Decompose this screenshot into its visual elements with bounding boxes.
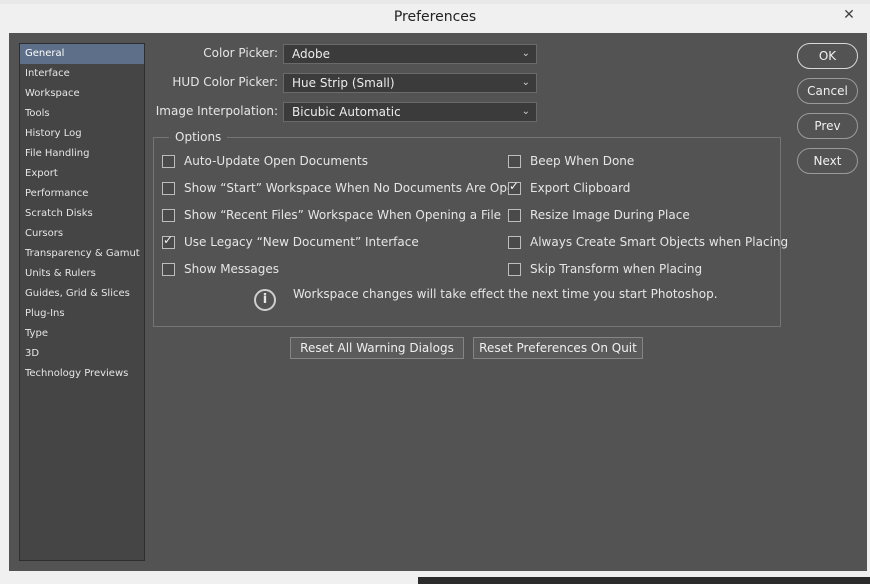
options-group-title: Options: [169, 130, 228, 144]
option-always-create-smart-objects[interactable]: Always Create Smart Objects when Placing: [508, 233, 788, 251]
image-interpolation-value: Bicubic Automatic: [292, 105, 401, 119]
option-label: Auto-Update Open Documents: [184, 154, 368, 168]
sidebar-item-type[interactable]: Type: [20, 324, 144, 344]
option-beep-when-done[interactable]: Beep When Done: [508, 152, 634, 170]
image-interpolation-select[interactable]: Bicubic Automatic ⌄: [283, 102, 537, 122]
checkbox[interactable]: [508, 235, 521, 249]
sidebar-item-transparency-gamut[interactable]: Transparency & Gamut: [20, 244, 144, 264]
sidebar: General Interface Workspace Tools Histor…: [19, 43, 145, 561]
background-strip: [418, 577, 870, 584]
sidebar-item-units-rulers[interactable]: Units & Rulers: [20, 264, 144, 284]
option-auto-update-open-documents[interactable]: Auto-Update Open Documents: [162, 152, 368, 170]
option-label: Show “Recent Files” Workspace When Openi…: [184, 208, 502, 222]
option-show-recent-files-workspace[interactable]: Show “Recent Files” Workspace When Openi…: [162, 206, 501, 224]
chevron-down-icon: ⌄: [521, 48, 530, 59]
chevron-down-icon: ⌄: [521, 77, 530, 88]
option-label: Skip Transform when Placing: [530, 262, 703, 276]
sidebar-item-history-log[interactable]: History Log: [20, 124, 144, 144]
hud-color-picker-value: Hue Strip (Small): [292, 76, 395, 90]
color-picker-select[interactable]: Adobe ⌄: [283, 44, 537, 64]
hud-color-picker-label: HUD Color Picker:: [172, 75, 278, 89]
checkbox-checked[interactable]: [162, 233, 175, 249]
option-show-messages[interactable]: Show Messages: [162, 260, 279, 278]
bottom-strip: [0, 571, 870, 584]
sidebar-item-plug-ins[interactable]: Plug-Ins: [20, 304, 144, 324]
hud-color-picker-select[interactable]: Hue Strip (Small) ⌄: [283, 73, 537, 93]
color-picker-label: Color Picker:: [203, 46, 278, 60]
image-interpolation-label: Image Interpolation:: [155, 104, 278, 118]
option-label: Use Legacy “New Document” Interface: [184, 235, 419, 249]
sidebar-item-performance[interactable]: Performance: [20, 184, 144, 204]
close-icon[interactable]: ✕: [838, 6, 860, 24]
title-bar: Preferences ✕: [0, 4, 870, 32]
sidebar-item-guides-grid-slices[interactable]: Guides, Grid & Slices: [20, 284, 144, 304]
checkbox[interactable]: [508, 154, 521, 168]
option-export-clipboard[interactable]: Export Clipboard: [508, 179, 630, 197]
color-picker-value: Adobe: [292, 47, 330, 61]
option-label: Resize Image During Place: [530, 208, 690, 222]
option-label: Show Messages: [184, 262, 280, 276]
prev-button[interactable]: Prev: [797, 113, 858, 139]
cancel-button[interactable]: Cancel: [797, 78, 858, 104]
option-label: Always Create Smart Objects when Placing: [530, 235, 789, 249]
info-message: Workspace changes will take effect the n…: [293, 287, 718, 301]
checkbox-checked[interactable]: [508, 179, 521, 195]
preferences-dialog: General Interface Workspace Tools Histor…: [9, 33, 867, 571]
option-show-start-workspace[interactable]: Show “Start” Workspace When No Documents…: [162, 179, 522, 197]
checkbox[interactable]: [508, 208, 521, 222]
option-use-legacy-new-document[interactable]: Use Legacy “New Document” Interface: [162, 233, 419, 251]
option-resize-image-during-place[interactable]: Resize Image During Place: [508, 206, 690, 224]
sidebar-item-export[interactable]: Export: [20, 164, 144, 184]
option-label: Beep When Done: [530, 154, 635, 168]
reset-preferences-on-quit-button[interactable]: Reset Preferences On Quit: [473, 337, 643, 359]
checkbox[interactable]: [162, 208, 175, 222]
info-icon: i: [254, 289, 276, 311]
option-label: Export Clipboard: [530, 181, 631, 195]
reset-all-warning-dialogs-button[interactable]: Reset All Warning Dialogs: [290, 337, 464, 359]
ok-button[interactable]: OK: [797, 43, 858, 69]
checkbox[interactable]: [162, 181, 175, 195]
next-button[interactable]: Next: [797, 148, 858, 174]
sidebar-item-file-handling[interactable]: File Handling: [20, 144, 144, 164]
sidebar-item-technology-previews[interactable]: Technology Previews: [20, 364, 144, 384]
chevron-down-icon: ⌄: [521, 106, 530, 117]
sidebar-item-3d[interactable]: 3D: [20, 344, 144, 364]
sidebar-item-scratch-disks[interactable]: Scratch Disks: [20, 204, 144, 224]
sidebar-item-cursors[interactable]: Cursors: [20, 224, 144, 244]
option-skip-transform-when-placing[interactable]: Skip Transform when Placing: [508, 260, 702, 278]
option-label: Show “Start” Workspace When No Documents…: [184, 181, 522, 195]
checkbox[interactable]: [508, 262, 521, 276]
checkbox[interactable]: [162, 154, 175, 168]
window-title: Preferences: [393, 9, 477, 25]
checkbox[interactable]: [162, 262, 175, 276]
